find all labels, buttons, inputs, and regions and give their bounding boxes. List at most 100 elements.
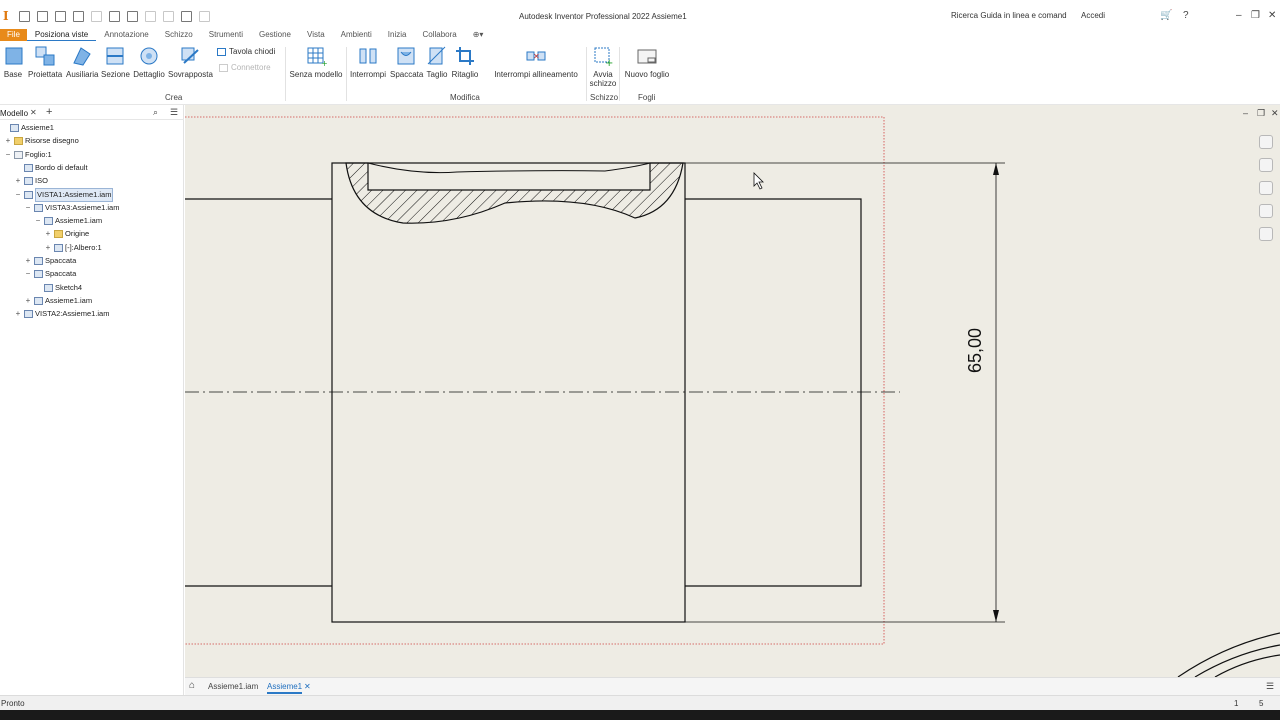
tree-node[interactable]: − VISTA1:Assieme1.iam — [14, 187, 114, 202]
expand-icon[interactable]: + — [44, 242, 52, 254]
tab-environments[interactable]: Ambienti — [333, 29, 380, 41]
tree-node[interactable]: − VISTA3:Assieme1.iam — [24, 202, 119, 214]
break-button[interactable]: Interrompi — [349, 45, 387, 79]
tab-view[interactable]: Vista — [299, 29, 333, 41]
tree-node[interactable]: Assieme1 — [0, 122, 54, 134]
doc-tab-assembly[interactable]: Assieme1.iam — [208, 682, 258, 691]
search-icon[interactable]: ⌕ — [153, 107, 158, 118]
model-browser: Modello ✕ + ⌕ ☰ Assieme1 + Risorse disegno… — [0, 105, 184, 695]
restore-icon[interactable]: ❐ — [1251, 10, 1260, 21]
close-browser-icon[interactable]: ✕ — [30, 108, 37, 117]
tab-menu-icon[interactable]: ☰ — [1266, 681, 1274, 692]
tree-node[interactable]: + Assieme1.iam — [24, 295, 92, 307]
break-out-table-button[interactable]: Tavola chiodi — [217, 47, 275, 56]
nail-board-icon — [217, 47, 226, 56]
collapse-icon[interactable]: − — [4, 149, 12, 161]
open-icon[interactable] — [37, 10, 48, 22]
projected-view-button[interactable]: Proiettata — [28, 45, 62, 79]
measure-icon[interactable] — [145, 10, 156, 22]
tab-tools[interactable]: Strumenti — [201, 29, 251, 41]
auxiliary-view-button[interactable]: Ausiliaria — [66, 45, 98, 79]
drawing-canvas[interactable]: 65,00 – ❐ ✕ — [185, 105, 1280, 677]
tree-node[interactable]: + Origine — [44, 228, 89, 240]
tab-options-icon[interactable]: ⊕▾ — [465, 29, 492, 41]
crop-button[interactable]: Ritaglio — [451, 45, 479, 79]
pan-icon[interactable] — [1259, 158, 1273, 172]
expand-icon[interactable]: + — [24, 255, 32, 267]
expand-icon[interactable]: + — [14, 175, 22, 187]
expand-icon[interactable]: + — [44, 228, 52, 240]
tree-node[interactable]: − Foglio:1 — [4, 149, 52, 161]
help-search-input[interactable]: Ricerca Guida in linea e comand — [951, 11, 1067, 20]
view-restore-icon[interactable]: ❐ — [1257, 108, 1265, 119]
home-tab-icon[interactable]: ⌂ — [189, 680, 195, 691]
window-title: Autodesk Inventor Professional 2022 Assi… — [519, 12, 687, 21]
connector-button[interactable]: Connettore — [219, 63, 271, 72]
save-icon[interactable] — [55, 10, 66, 22]
expand-icon[interactable]: + — [4, 135, 12, 147]
view-icon — [24, 310, 33, 319]
collapse-icon[interactable]: − — [14, 189, 22, 201]
tree-node[interactable]: Sketch4 — [34, 282, 82, 294]
base-view-button[interactable]: Base — [3, 45, 23, 79]
break-out-button[interactable]: Spaccata — [390, 45, 423, 79]
expand-icon[interactable]: + — [14, 308, 22, 320]
ribbon-separator — [619, 47, 620, 101]
slice-button[interactable]: Taglio — [425, 45, 449, 79]
cart-icon[interactable]: 🛒 — [1160, 10, 1172, 21]
close-icon[interactable]: ✕ — [1268, 10, 1276, 21]
group-label-create: Crea — [165, 93, 183, 102]
status-bar: Pronto 1 5 — [0, 695, 1280, 710]
zoom-all-icon[interactable] — [1259, 204, 1273, 218]
tree-node[interactable]: + VISTA2:Assieme1.iam — [14, 308, 109, 320]
tab-file[interactable]: File — [0, 29, 27, 41]
update-icon[interactable] — [163, 10, 174, 22]
close-doc-tab-icon[interactable]: ✕ — [304, 682, 311, 691]
tab-sketch[interactable]: Schizzo — [157, 29, 201, 41]
tab-collaborate[interactable]: Collabora — [414, 29, 464, 41]
tree-node[interactable]: + Risorse disegno — [4, 135, 79, 147]
new-icon[interactable] — [19, 10, 30, 22]
print-icon[interactable] — [127, 10, 138, 22]
menu-icon[interactable]: ☰ — [170, 107, 178, 118]
detail-view-button[interactable]: Dettaglio — [132, 45, 166, 79]
overlay-view-button[interactable]: Sovrapposta — [168, 45, 213, 79]
undo-icon[interactable] — [73, 10, 84, 22]
add-icon[interactable] — [199, 10, 210, 22]
start-sketch-button[interactable]: + Avvia schizzo — [589, 45, 617, 88]
minimize-icon[interactable]: – — [1236, 10, 1242, 21]
steering-wheel-icon[interactable] — [1259, 135, 1273, 149]
assembly-icon — [44, 217, 53, 226]
tab-place-views[interactable]: Posiziona viste — [26, 29, 97, 41]
tree-node[interactable]: + [-]:Albero:1 — [44, 242, 102, 254]
zoom-window-icon[interactable] — [1259, 227, 1273, 241]
tree-node[interactable]: − Assieme1.iam — [34, 215, 102, 227]
tree-node[interactable]: − Spaccata — [24, 268, 76, 280]
home-icon[interactable] — [109, 10, 120, 22]
help-icon[interactable]: ? — [1183, 10, 1189, 21]
tree-node[interactable]: Bordo di default — [14, 162, 88, 174]
add-tab-icon[interactable]: + — [46, 106, 52, 118]
tree-node[interactable]: + ISO — [14, 175, 48, 187]
view-close-icon[interactable]: ✕ — [1271, 108, 1279, 119]
material-icon[interactable] — [181, 10, 192, 22]
doc-tab-drawing[interactable]: Assieme1 — [267, 682, 303, 694]
expand-icon[interactable]: + — [24, 295, 32, 307]
collapse-icon[interactable]: − — [34, 215, 42, 227]
redo-icon[interactable] — [91, 10, 102, 22]
new-sheet-button[interactable]: Nuovo foglio — [623, 45, 671, 79]
sign-in-link[interactable]: Accedi — [1081, 11, 1105, 20]
draft-view-button[interactable]: + Senza modello — [289, 45, 343, 79]
collapse-icon[interactable]: − — [24, 202, 32, 214]
tab-manage[interactable]: Gestione — [251, 29, 299, 41]
zoom-icon[interactable] — [1259, 181, 1273, 195]
inventor-logo-icon[interactable]: I — [3, 10, 13, 22]
dimension-value[interactable]: 65,00 — [965, 328, 986, 373]
tree-node[interactable]: + Spaccata — [24, 255, 76, 267]
tab-get-started[interactable]: Inizia — [380, 29, 415, 41]
tab-annotate[interactable]: Annotazione — [96, 29, 156, 41]
view-minimize-icon[interactable]: – — [1243, 108, 1248, 118]
collapse-icon[interactable]: − — [24, 268, 32, 280]
break-alignment-button[interactable]: ✕ Interrompi allineamento — [492, 45, 580, 79]
section-view-button[interactable]: Sezione — [101, 45, 130, 79]
